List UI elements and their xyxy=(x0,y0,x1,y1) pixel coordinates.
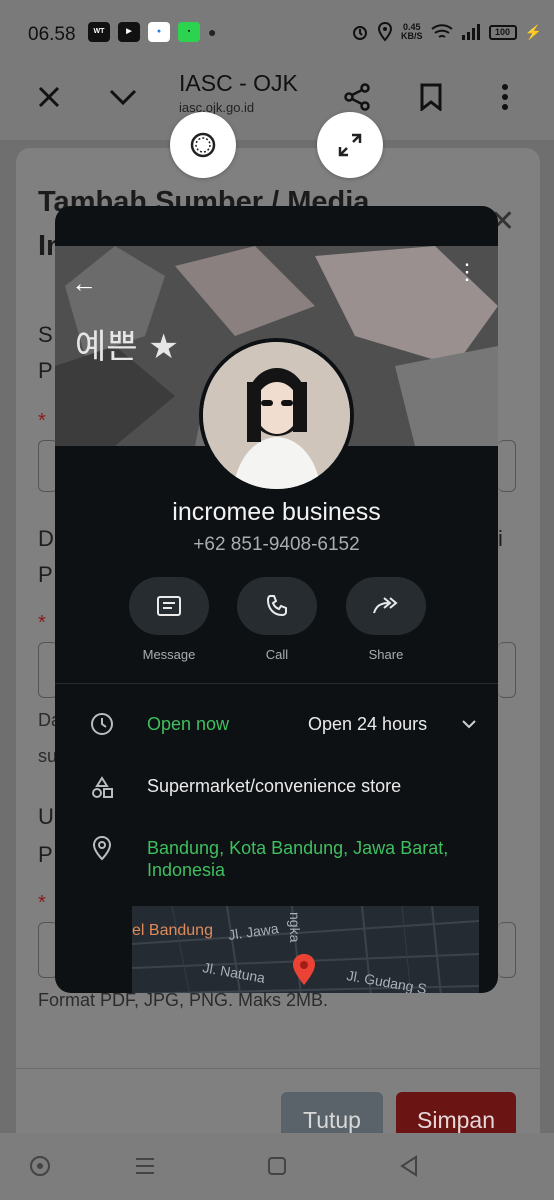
expand-button[interactable] xyxy=(317,112,383,178)
upload-hint: Format PDF, JPG, PNG. Maks 2MB. xyxy=(38,990,329,1010)
close-tab-button[interactable] xyxy=(26,74,72,120)
webtoon-icon: WT xyxy=(88,22,110,42)
close-icon xyxy=(38,86,60,108)
field-label-fragment: S xyxy=(38,322,53,347)
opening-hours[interactable]: Open 24 hours xyxy=(308,713,427,735)
battery-indicator: 100 xyxy=(488,24,517,40)
alarm-icon xyxy=(353,26,368,40)
page-title: IASC - OJK xyxy=(179,70,298,96)
card-divider xyxy=(55,683,498,684)
back-triangle-icon xyxy=(400,1155,417,1177)
fullscreen-icon xyxy=(338,133,362,157)
signal-icon xyxy=(461,24,480,40)
avatar xyxy=(199,338,354,493)
contact-phone: +62 851-9408-6152 xyxy=(193,534,360,555)
message-icon xyxy=(157,596,181,616)
back-button[interactable]: ← xyxy=(71,268,97,299)
menu-icon xyxy=(136,1158,154,1174)
map-preview[interactable]: el Bandung Jl. Jawa Jl. Natuna Jl. Gudan… xyxy=(132,906,479,993)
share-label: Share xyxy=(368,647,404,662)
business-address[interactable]: Bandung, Kota Bandung, Jawa Barat, Indon… xyxy=(147,837,477,881)
home-button[interactable] xyxy=(262,1151,292,1181)
bookmark-button[interactable] xyxy=(408,74,454,120)
lens-icon xyxy=(190,132,216,158)
app-icon: ▪ xyxy=(178,22,200,42)
contact-name: incromee business xyxy=(172,498,381,526)
field-label-fragment: P xyxy=(38,358,53,383)
youtube-icon: ▶ xyxy=(118,22,140,42)
location-icon xyxy=(378,22,393,42)
field-label-fragment: P xyxy=(38,842,53,867)
location-pin-icon xyxy=(89,835,115,861)
browser-icon: ● xyxy=(148,22,170,42)
home-icon xyxy=(268,1157,286,1175)
category-icon xyxy=(89,775,115,801)
status-indicators: 0.45 KB/S 100 ⚡ xyxy=(351,22,542,42)
contact-card: 예쁜 ★ ← ⋮ incromee business +62 851-9408-… xyxy=(55,206,498,993)
required-mark: * xyxy=(38,892,46,914)
status-time: 06.58 xyxy=(28,24,76,45)
more-options-button[interactable] xyxy=(482,74,528,120)
wifi-icon xyxy=(430,24,453,38)
recents-button[interactable] xyxy=(130,1151,160,1181)
assistant-icon xyxy=(30,1156,50,1176)
browser-toolbar: IASC - OJK iasc.ojk.go.id xyxy=(0,66,554,140)
lens-button[interactable] xyxy=(170,112,236,178)
open-status: Open now xyxy=(147,714,230,734)
field-label-fragment: D xyxy=(38,526,54,551)
call-label: Call xyxy=(265,647,289,662)
call-button[interactable] xyxy=(237,577,317,635)
page-url: iasc.ojk.go.id xyxy=(179,100,255,115)
text-field-edge[interactable] xyxy=(498,642,516,698)
business-category: Supermarket/convenience store xyxy=(147,776,402,796)
minimize-button[interactable] xyxy=(100,74,146,120)
card-more-button[interactable]: ⋮ xyxy=(456,261,478,283)
map-label: el Bandung xyxy=(132,922,213,939)
back-nav-button[interactable] xyxy=(394,1151,424,1181)
field-label-fragment: U xyxy=(38,804,54,829)
more-notifications-icon: ● xyxy=(208,24,217,40)
share-button[interactable] xyxy=(346,577,426,635)
file-field-edge[interactable] xyxy=(498,922,516,978)
message-button[interactable] xyxy=(129,577,209,635)
chevron-down-icon xyxy=(109,89,137,106)
select-field-edge[interactable] xyxy=(498,440,516,492)
map-graphic: el Bandung Jl. Jawa Jl. Natuna Jl. Gudan… xyxy=(132,906,479,993)
notification-icons: WT ▶ ● ▪ ● xyxy=(88,22,216,42)
form-footer-divider xyxy=(16,1068,540,1069)
status-bar: 06.58 WT ▶ ● ▪ ● 0.45 KB/S 100 ⚡ xyxy=(0,0,554,66)
chevron-down-icon[interactable] xyxy=(461,718,477,730)
required-mark: * xyxy=(38,612,46,634)
share-nodes-icon xyxy=(344,83,370,111)
message-action[interactable]: Message xyxy=(129,577,209,662)
field-label-fragment: P xyxy=(38,562,53,587)
bookmark-icon xyxy=(420,83,442,111)
share-action[interactable]: Share xyxy=(346,577,426,662)
message-label: Message xyxy=(142,647,196,662)
clock-icon xyxy=(89,711,115,737)
phone-icon xyxy=(266,595,287,617)
required-mark: * xyxy=(38,410,46,432)
network-speed: 0.45 KB/S xyxy=(401,22,423,41)
call-action[interactable]: Call xyxy=(237,577,317,662)
system-nav-bar xyxy=(0,1133,554,1200)
kebab-menu-icon xyxy=(502,84,508,110)
banner-text: 예쁜 ★ xyxy=(75,327,179,367)
charging-icon: ⚡ xyxy=(524,23,542,40)
map-label: ngka xyxy=(287,912,303,943)
assistant-button[interactable] xyxy=(25,1151,55,1181)
field-label-fragment: i xyxy=(498,526,503,551)
profile-photo xyxy=(203,342,350,489)
share-icon xyxy=(373,597,398,614)
